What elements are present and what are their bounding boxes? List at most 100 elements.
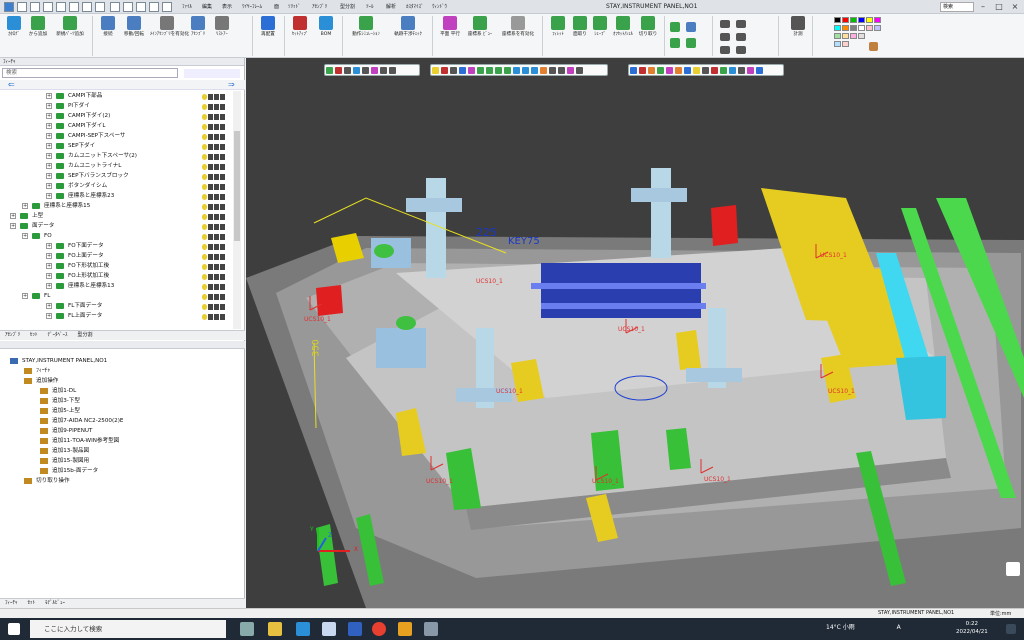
add-from-button[interactable]: から追加 [26, 14, 50, 38]
note-tool[interactable] [734, 18, 748, 28]
render-icon[interactable] [214, 203, 219, 210]
minimize-button[interactable]: – [976, 1, 990, 13]
checkbox-icon[interactable] [208, 93, 213, 100]
bom-button[interactable]: BOM [314, 14, 338, 38]
history-item[interactable]: 追加操作 [0, 376, 240, 386]
render-icon[interactable] [214, 243, 219, 250]
link-icon[interactable] [220, 153, 225, 160]
color-swatch[interactable] [874, 17, 881, 23]
color-swatch[interactable] [842, 25, 849, 31]
color-swatch[interactable] [850, 33, 857, 39]
light-bulb-icon[interactable] [202, 103, 207, 110]
edit-tool-3[interactable] [668, 36, 682, 48]
print-icon[interactable] [82, 2, 92, 12]
color-swatch[interactable] [834, 17, 841, 23]
light-bulb-icon[interactable] [202, 273, 207, 280]
tree-item[interactable]: + 座標系と座標系15 [0, 201, 232, 211]
tab-model-view[interactable]: ﾓﾃﾞﾙﾋﾞｭｰ [40, 599, 70, 608]
render-icon[interactable] [214, 103, 219, 110]
checkbox-icon[interactable] [208, 223, 213, 230]
link-icon[interactable] [220, 273, 225, 280]
tree-item[interactable]: + CAMPI下ダイL [0, 121, 232, 131]
tree-item[interactable]: + CAMPI下ダイ(2) [0, 111, 232, 121]
file-explorer-icon[interactable] [268, 622, 282, 636]
help-icon[interactable] [162, 2, 172, 12]
link-icon[interactable] [220, 263, 225, 270]
dimension-tool[interactable] [718, 18, 732, 28]
history-item[interactable]: 追加1-DL [0, 386, 240, 396]
expand-toggle-icon[interactable]: + [10, 213, 16, 219]
edit-tool-4[interactable] [684, 36, 698, 48]
checkbox-icon[interactable] [208, 103, 213, 110]
history-item[interactable]: 追加15-製図用 [0, 456, 240, 466]
visibility-toggles[interactable] [202, 262, 230, 270]
activate-main-button[interactable]: ﾒｲﾝｱｾﾝﾌﾞﾘを有効化 [150, 14, 189, 38]
windows-start-icon[interactable] [8, 623, 20, 635]
render-icon[interactable] [123, 2, 133, 12]
tree-item[interactable]: + 座標系と座標系23 [0, 191, 232, 201]
maximize-button[interactable]: □ [992, 1, 1006, 13]
light-bulb-icon[interactable] [202, 243, 207, 250]
tree-item[interactable]: + ボタンダイシム [0, 181, 232, 191]
render-icon[interactable] [214, 233, 219, 240]
history-item[interactable]: 追加15b-面データ [0, 466, 240, 476]
menu-edit[interactable]: 編集 [202, 3, 212, 10]
link-icon[interactable] [220, 223, 225, 230]
light-bulb-icon[interactable] [202, 293, 207, 300]
visibility-toggles[interactable] [202, 132, 230, 140]
plane-button[interactable]: 平面 平行 [436, 14, 464, 38]
render-icon[interactable] [214, 223, 219, 230]
interference-button[interactable]: 軌跡干渉ﾁｪｯｸ [388, 14, 428, 38]
ime-indicator[interactable]: A [897, 624, 901, 631]
render-icon[interactable] [214, 183, 219, 190]
layer-tool[interactable] [734, 44, 748, 54]
expand-toggle-icon[interactable]: + [46, 273, 52, 279]
checkbox-icon[interactable] [208, 253, 213, 260]
color-swatch[interactable] [858, 33, 865, 39]
offset-shell-button[interactable]: ｵﾌｾｯﾄ/ｼｪﾙ [610, 14, 636, 38]
tree-item[interactable]: + CAMPI下部品 [0, 91, 232, 101]
light-bulb-icon[interactable] [202, 253, 207, 260]
color-swatch[interactable] [858, 17, 865, 23]
expand-toggle-icon[interactable]: + [46, 133, 52, 139]
new-part-button[interactable]: 新規ﾊﾟｰﾂ追加 [52, 14, 88, 38]
light-bulb-icon[interactable] [202, 93, 207, 100]
link-icon[interactable] [220, 303, 225, 310]
checkbox-icon[interactable] [208, 123, 213, 130]
undo-icon[interactable] [56, 2, 66, 12]
history-item[interactable]: 切り取り操作 [0, 476, 240, 486]
tree-item[interactable]: + カムユニットライナL [0, 161, 232, 171]
light-bulb-icon[interactable] [202, 313, 207, 320]
tree-item[interactable]: + FL上面データ [0, 311, 232, 321]
view-icon[interactable] [95, 2, 105, 12]
visibility-toggles[interactable] [202, 192, 230, 200]
render-icon[interactable] [214, 193, 219, 200]
visibility-toggles[interactable] [202, 302, 230, 310]
history-item[interactable]: 追加13-製品図 [0, 446, 240, 456]
link-icon[interactable] [220, 173, 225, 180]
visibility-toggles[interactable] [202, 282, 230, 290]
text-tool[interactable] [718, 31, 732, 41]
history-item[interactable]: 追加9-PIPENUT [0, 426, 240, 436]
render-icon[interactable] [214, 163, 219, 170]
checkbox-icon[interactable] [208, 173, 213, 180]
link-icon[interactable] [220, 213, 225, 220]
render-icon[interactable] [214, 143, 219, 150]
tree-item[interactable]: + SEP下バランスブロック [0, 171, 232, 181]
link-icon[interactable] [220, 193, 225, 200]
font-tool[interactable] [718, 44, 732, 54]
link-icon[interactable] [220, 93, 225, 100]
link-icon[interactable] [220, 233, 225, 240]
save-icon[interactable] [43, 2, 53, 12]
expand-toggle-icon[interactable]: + [46, 183, 52, 189]
tree-item[interactable]: + SEP下ダイ [0, 141, 232, 151]
tree-item[interactable]: + 上型 [0, 211, 232, 221]
render-icon[interactable] [214, 283, 219, 290]
light-bulb-icon[interactable] [202, 153, 207, 160]
render-icon[interactable] [214, 313, 219, 320]
expand-toggle-icon[interactable]: + [46, 263, 52, 269]
light-bulb-icon[interactable] [202, 203, 207, 210]
visibility-toggles[interactable] [202, 272, 230, 280]
color-swatch[interactable] [842, 41, 849, 47]
expand-toggle-icon[interactable]: + [46, 153, 52, 159]
